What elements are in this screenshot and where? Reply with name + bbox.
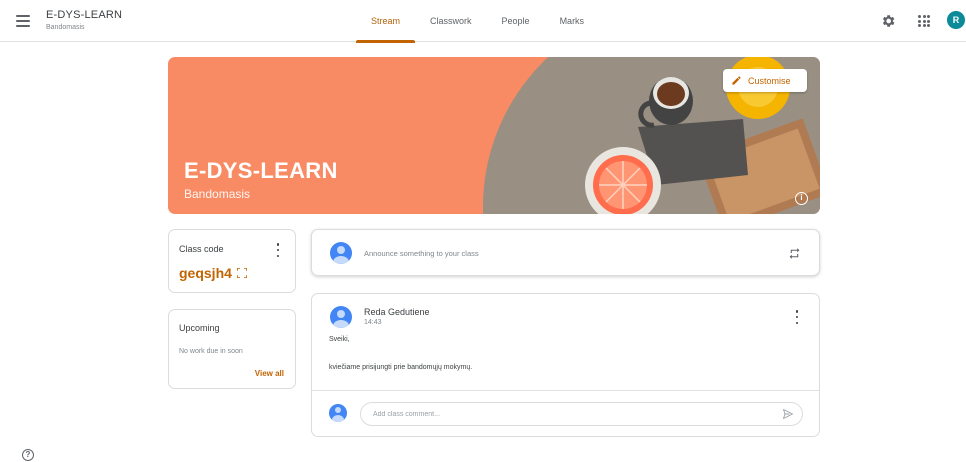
info-icon[interactable]: i	[795, 192, 808, 205]
send-icon[interactable]	[782, 408, 794, 420]
avatar	[330, 242, 352, 264]
post-text-line: kviečiame prisijungti prie bandomųjų mok…	[329, 364, 473, 371]
post-text-line: Sveiki,	[329, 336, 350, 343]
class-code-value: geqsjh4	[179, 265, 232, 281]
tab-bar: Stream Classwork People Marks	[356, 0, 600, 43]
account-avatar[interactable]: R	[947, 11, 965, 29]
tab-stream[interactable]: Stream	[356, 0, 416, 43]
top-app-bar: E-DYS-LEARN Bandomasis Stream Classwork …	[0, 0, 966, 43]
class-banner: E-DYS-LEARN Bandomasis Customise i	[168, 57, 820, 214]
tab-people[interactable]: People	[487, 0, 545, 42]
avatar	[329, 404, 347, 422]
class-code-card: Class code geqsjh4	[168, 229, 296, 293]
post-author: Reda Gedutiene	[364, 307, 430, 317]
tab-classwork[interactable]: Classwork	[415, 0, 487, 42]
fullscreen-icon[interactable]	[237, 268, 247, 278]
post-more-icon[interactable]	[794, 310, 800, 324]
banner-subtitle: Bandomasis	[184, 187, 251, 201]
avatar	[330, 306, 352, 328]
upcoming-empty-text: No work due in soon	[179, 348, 243, 355]
banner-title: E-DYS-LEARN	[184, 158, 338, 183]
post-time: 14:43	[364, 319, 382, 326]
help-icon[interactable]: ?	[22, 449, 34, 461]
customise-label: Customise	[748, 75, 791, 86]
pencil-icon	[732, 76, 741, 85]
class-title[interactable]: E-DYS-LEARN	[46, 9, 122, 21]
menu-icon[interactable]	[12, 10, 34, 32]
apps-grid-icon[interactable]	[918, 15, 930, 27]
gear-icon[interactable]	[880, 13, 896, 29]
class-code-label: Class code	[179, 244, 224, 254]
stream-post: Reda Gedutiene 14:43 Sveiki, kviečiame p…	[311, 293, 820, 437]
class-code-more-icon[interactable]	[275, 243, 281, 257]
upcoming-card: Upcoming No work due in soon View all	[168, 309, 296, 389]
repost-icon[interactable]	[788, 247, 801, 260]
view-all-link[interactable]: View all	[255, 369, 284, 378]
upcoming-title: Upcoming	[179, 323, 220, 333]
announce-box[interactable]: Announce something to your class	[311, 229, 820, 276]
divider	[312, 390, 819, 391]
tab-marks[interactable]: Marks	[545, 0, 600, 42]
announce-placeholder[interactable]: Announce something to your class	[364, 249, 479, 258]
customise-button[interactable]: Customise	[723, 69, 807, 92]
comment-input[interactable]	[360, 402, 803, 426]
class-section: Bandomasis	[46, 24, 85, 31]
